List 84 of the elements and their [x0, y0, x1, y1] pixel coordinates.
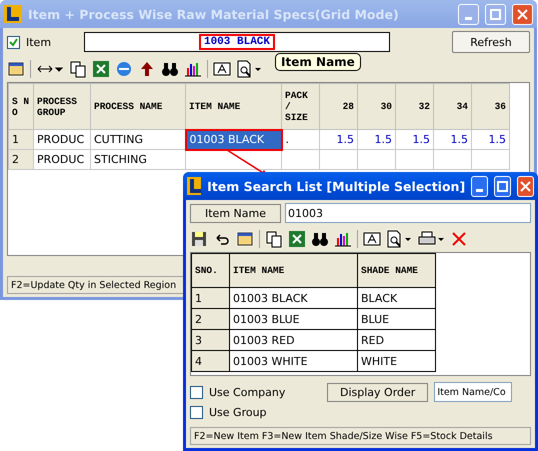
binoculars-icon[interactable]: [161, 60, 179, 78]
bar-chart-icon[interactable]: [334, 230, 352, 248]
minimize-icon: [476, 188, 484, 192]
row-number: 1: [192, 288, 230, 308]
display-order-field[interactable]: Item Name/Co: [434, 382, 512, 402]
table-cell[interactable]: RED: [358, 330, 436, 350]
table-cell: 1.5: [320, 130, 358, 150]
spreadsheet-icon[interactable]: [92, 60, 110, 78]
table-cell: 1.5: [434, 130, 472, 150]
item-label: Item: [26, 36, 52, 48]
row-number: 2: [8, 150, 34, 170]
column-header[interactable]: PACK / SIZE: [282, 84, 320, 130]
app-logo-icon: [187, 177, 202, 195]
item-filter-field[interactable]: 1003 BLACK: [84, 32, 390, 52]
table-cell: .: [282, 130, 320, 150]
table-cell: CUTTING: [90, 130, 186, 150]
table-cell[interactable]: 01003 BLUE: [230, 308, 358, 330]
close-button[interactable]: [517, 176, 534, 196]
status-text: F2=New Item F3=New Item Shade/Size Wise F5=Stock Details: [194, 430, 493, 442]
bar-chart-icon[interactable]: [184, 60, 202, 78]
table-cell[interactable]: 01003 WHITE: [230, 350, 358, 372]
column-header[interactable]: SHADE NAME: [358, 254, 436, 288]
table-cell: 1.5: [472, 130, 510, 150]
column-header[interactable]: ITEM NAME: [230, 254, 358, 288]
minimize-icon: [465, 16, 472, 20]
table-cell[interactable]: 01003 RED: [230, 330, 358, 350]
tooltip: Item Name: [275, 53, 361, 71]
window-title: Item + Process Wise Raw Material Specs(Grid Mode): [28, 6, 400, 22]
copy-icon[interactable]: [265, 230, 283, 248]
column-header[interactable]: ITEM NAME: [186, 84, 282, 130]
column-header[interactable]: SNO.: [192, 254, 230, 288]
checkbox[interactable]: [190, 386, 203, 398]
row-number: 3: [192, 330, 230, 350]
table-cell[interactable]: BLACK: [358, 288, 436, 308]
column-header[interactable]: S N O: [8, 84, 34, 130]
print-preview-icon[interactable]: [236, 60, 262, 78]
maximize-icon: [497, 180, 508, 192]
close-icon: [517, 8, 528, 20]
spreadsheet-icon[interactable]: [288, 230, 306, 248]
copy-icon[interactable]: [69, 60, 87, 78]
column-header[interactable]: PROCESS NAME: [90, 84, 186, 130]
text-format-icon[interactable]: [363, 230, 381, 248]
table-cell[interactable]: WHITE: [358, 350, 436, 372]
checkbox[interactable]: [190, 406, 203, 419]
refresh-button[interactable]: Refresh: [452, 31, 530, 53]
item-name-label: Item Name: [190, 204, 281, 222]
item-name-field[interactable]: 01003: [285, 203, 531, 223]
binoculars-icon[interactable]: [311, 230, 329, 248]
text-format-icon[interactable]: [213, 60, 231, 78]
maximize-icon: [490, 8, 501, 20]
close-icon: [520, 180, 532, 192]
table-cell: PRODUC: [34, 130, 90, 150]
minimize-button[interactable]: [471, 176, 488, 196]
use-company-label: Use Company: [209, 386, 286, 398]
table-cell[interactable]: BLUE: [358, 308, 436, 330]
window-icon[interactable]: [7, 60, 25, 78]
close-icon[interactable]: [450, 230, 468, 248]
column-header[interactable]: 34: [434, 84, 472, 130]
column-header[interactable]: 28: [320, 84, 358, 130]
column-header[interactable]: PROCESS GROUP: [34, 84, 90, 130]
window-icon[interactable]: [236, 230, 254, 248]
print-preview-icon[interactable]: [386, 230, 412, 248]
table-cell: 1.5: [358, 130, 396, 150]
window-title: Item Search List [Multiple Selection]: [207, 178, 466, 194]
display-order-label: Display Order: [327, 382, 428, 402]
table-cell: PRODUC: [34, 150, 90, 170]
row-number: 2: [192, 308, 230, 330]
up-arrow-icon[interactable]: [138, 60, 156, 78]
selected-cell[interactable]: 01003 BLACK: [186, 130, 282, 150]
column-header[interactable]: 30: [358, 84, 396, 130]
table-cell: STICHING: [90, 150, 186, 170]
app-logo-icon: [4, 5, 22, 23]
close-button[interactable]: [512, 4, 533, 24]
column-header[interactable]: 32: [396, 84, 434, 130]
column-header[interactable]: 36: [472, 84, 510, 130]
use-group-label: Use Group: [209, 406, 267, 419]
table-cell[interactable]: 01003 BLACK: [230, 288, 358, 308]
table-cell: 1.5: [396, 130, 434, 150]
checkbox[interactable]: [7, 36, 20, 48]
save-icon[interactable]: [190, 230, 208, 248]
row-number: 4: [192, 350, 230, 372]
status-text: F2=Update Qty in Selected Region: [11, 280, 176, 290]
row-number: 1: [8, 130, 34, 150]
maximize-button[interactable]: [494, 176, 512, 196]
